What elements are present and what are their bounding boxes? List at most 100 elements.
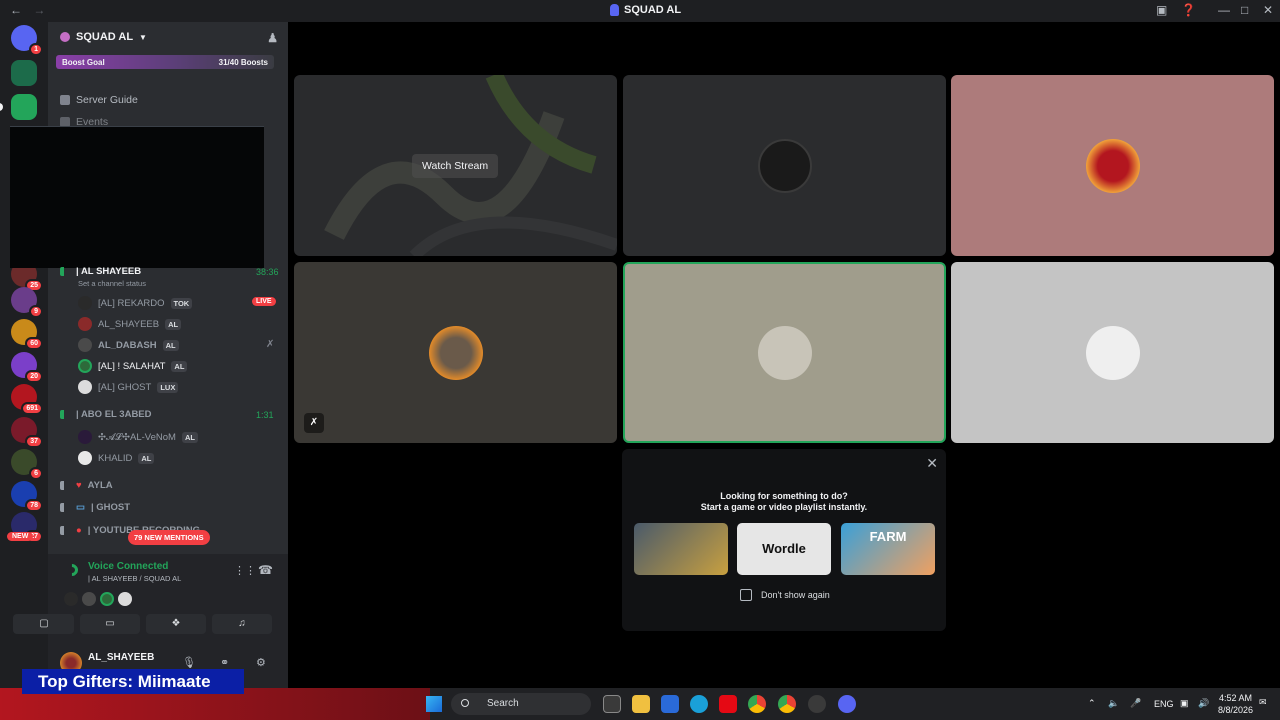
obs-icon[interactable] bbox=[808, 695, 826, 713]
voice-member[interactable]: [AL] GHOST LUX bbox=[78, 380, 179, 394]
video-tile[interactable]: ✗ bbox=[294, 262, 617, 443]
tray-chevron-up-icon[interactable]: ⌃ bbox=[1088, 698, 1096, 709]
member-tag: AL bbox=[181, 431, 198, 443]
server-guide-icon bbox=[60, 95, 70, 105]
boost-progress: 31/40 Boosts bbox=[218, 57, 268, 67]
voice-member[interactable]: [AL] REKARDO TOK bbox=[78, 296, 193, 310]
clock-time: 4:52 AM bbox=[1219, 693, 1253, 703]
user-name[interactable]: AL_SHAYEEB bbox=[88, 652, 154, 663]
game-title: Wordle bbox=[762, 541, 806, 556]
server-item[interactable]: 78 bbox=[11, 481, 43, 512]
voice-member[interactable]: AL_DABASH AL bbox=[78, 338, 179, 352]
screen-share-button[interactable]: ▭ bbox=[80, 614, 140, 634]
server-item[interactable]: 37 bbox=[11, 417, 43, 448]
soundboard-button[interactable]: ♫ bbox=[212, 614, 272, 634]
server-squad-al[interactable] bbox=[0, 94, 37, 120]
server-item[interactable]: 9 bbox=[11, 287, 43, 318]
voice-member[interactable]: KHALID AL bbox=[78, 451, 155, 465]
server-header[interactable]: SQUAD AL ▼ ♟ bbox=[48, 22, 288, 52]
maximize-icon[interactable]: □ bbox=[1241, 3, 1248, 17]
game-card-wordle[interactable]: Wordle bbox=[737, 523, 831, 575]
video-tile-speaking[interactable] bbox=[623, 262, 946, 443]
clock[interactable]: 4:52 AM 8/8/2026 bbox=[1218, 692, 1253, 716]
minimize-icon[interactable]: — bbox=[1218, 3, 1230, 17]
voice-channel-name: | AL SHAYEEB bbox=[76, 266, 142, 277]
channel-status[interactable]: Set a channel status bbox=[78, 279, 146, 288]
voice-member[interactable]: AL_SHAYEEB AL bbox=[78, 317, 182, 331]
avatar[interactable] bbox=[100, 592, 114, 606]
watch-stream-button[interactable]: Watch Stream bbox=[412, 154, 499, 178]
settings-gear-icon[interactable]: ⚙ bbox=[256, 656, 266, 669]
network-icon[interactable]: ▣ bbox=[1180, 698, 1189, 709]
server-item[interactable]: 20 bbox=[11, 352, 43, 383]
voice-channel-ayla[interactable]: ♥ AYLA bbox=[60, 480, 113, 491]
voice-connected-title[interactable]: Voice Connected bbox=[88, 561, 168, 572]
direct-messages-icon[interactable]: 1 bbox=[11, 25, 43, 56]
task-view-icon[interactable] bbox=[603, 695, 621, 713]
notifications-icon[interactable]: ✉ bbox=[1259, 697, 1267, 708]
microphone-icon[interactable]: 🎙 bbox=[182, 656, 196, 669]
game-card-arcade[interactable] bbox=[634, 523, 728, 575]
avatar bbox=[78, 317, 92, 331]
voice-member[interactable]: [AL] ! SALAHAT AL bbox=[78, 359, 188, 373]
close-window-icon[interactable]: ✕ bbox=[1263, 3, 1273, 17]
game-card-farm[interactable]: FARM bbox=[841, 523, 935, 575]
windows-start-icon[interactable] bbox=[426, 696, 442, 712]
avatar[interactable] bbox=[64, 592, 78, 606]
chrome-icon[interactable] bbox=[748, 695, 766, 713]
netflix-icon[interactable] bbox=[719, 695, 737, 713]
voice-channel-ghost[interactable]: ▭ | GHOST bbox=[60, 502, 130, 513]
invite-people-icon[interactable]: ♟ bbox=[267, 31, 278, 45]
speaker-tray-icon[interactable]: 🔊 bbox=[1198, 698, 1209, 709]
disconnect-icon[interactable]: ☎ bbox=[258, 563, 273, 577]
activities-button[interactable]: ❖ bbox=[146, 614, 206, 634]
video-tile[interactable] bbox=[623, 75, 946, 256]
voice-member[interactable]: ✣𝓐𝓛✣AL-VeNoM AL bbox=[78, 430, 198, 444]
activity-subheading: Start a game or video playlist instantly… bbox=[700, 502, 868, 512]
discord-icon[interactable] bbox=[838, 695, 856, 713]
voice-channel-al-shayeeb[interactable]: | AL SHAYEEB 38:36 bbox=[60, 266, 279, 277]
headphones-icon[interactable]: ⚭ bbox=[220, 656, 229, 669]
server-list: 1 25 9 60 20 691 37 6 78 27 bbox=[0, 22, 48, 688]
new-mentions-pill[interactable]: 79 NEW MENTIONS bbox=[128, 530, 210, 545]
new-badge[interactable]: NEW bbox=[7, 532, 34, 541]
close-icon[interactable]: ✕ bbox=[926, 455, 938, 472]
monitor-icon: ▭ bbox=[76, 502, 85, 513]
video-tile[interactable] bbox=[951, 262, 1274, 443]
store-icon[interactable] bbox=[661, 695, 679, 713]
back-arrow-icon[interactable]: ← bbox=[10, 3, 22, 17]
avatar bbox=[1085, 138, 1140, 193]
avatar[interactable] bbox=[118, 592, 132, 606]
speaker-icon bbox=[60, 410, 70, 419]
file-explorer-icon[interactable] bbox=[632, 695, 650, 713]
dont-show-again-checkbox[interactable] bbox=[740, 589, 752, 601]
nav-server-guide[interactable]: Server Guide bbox=[60, 94, 138, 106]
server-item[interactable]: 60 bbox=[11, 319, 43, 350]
server-item[interactable]: 6 bbox=[11, 449, 43, 480]
edge-icon[interactable] bbox=[690, 695, 708, 713]
history-nav: ← → bbox=[10, 3, 53, 17]
taskbar-search[interactable]: Search bbox=[451, 693, 591, 715]
title-bar: ← → SQUAD AL ▣ ❓ — □ ✕ bbox=[0, 0, 1280, 22]
server-hz[interactable] bbox=[11, 60, 37, 86]
language-indicator[interactable]: ENG bbox=[1154, 699, 1174, 709]
avatar[interactable] bbox=[82, 592, 96, 606]
server-badge: 37 bbox=[25, 435, 43, 448]
voice-channel-abo-el-3abed[interactable]: | ABO EL 3ABED 1:31 bbox=[60, 409, 274, 420]
help-icon[interactable]: ❓ bbox=[1181, 3, 1196, 17]
record-icon: ● bbox=[76, 525, 82, 536]
camera-off-button[interactable]: ▢ bbox=[14, 614, 74, 634]
boost-goal-bar[interactable]: Boost Goal 31/40 Boosts bbox=[56, 55, 274, 69]
chrome-icon[interactable] bbox=[778, 695, 796, 713]
volume-icon[interactable]: 🔈 bbox=[1108, 698, 1119, 709]
video-tile[interactable] bbox=[951, 75, 1274, 256]
inbox-icon[interactable]: ▣ bbox=[1156, 3, 1167, 17]
member-tag: AL bbox=[165, 318, 182, 330]
server-item[interactable]: 691 bbox=[11, 384, 43, 415]
connection-signal-icon[interactable] bbox=[63, 561, 81, 579]
voice-connected-channel[interactable]: | AL SHAYEEB / SQUAD AL bbox=[88, 574, 181, 583]
forward-arrow-icon[interactable]: → bbox=[33, 3, 45, 17]
noise-suppression-icon[interactable]: ⋮⋮ bbox=[234, 564, 256, 577]
microphone-tray-icon[interactable]: 🎤 bbox=[1130, 698, 1141, 709]
stream-tile[interactable]: Watch Stream bbox=[294, 75, 617, 256]
